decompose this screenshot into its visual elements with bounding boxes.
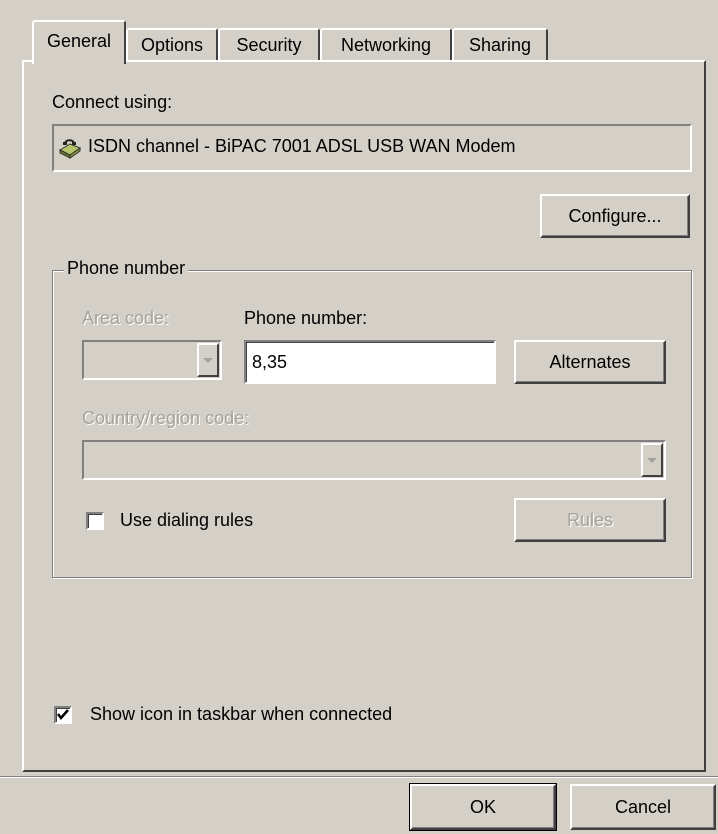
rules-button-label: Rules <box>566 510 614 530</box>
tab-options-label: Options <box>140 35 204 55</box>
tab-networking-label: Networking <box>340 35 432 55</box>
area-code-combo[interactable] <box>82 340 222 380</box>
ok-button[interactable]: OK <box>409 783 557 831</box>
use-dialing-rules-label: Use dialing rules <box>120 510 254 530</box>
device-field: ISDN channel - BiPAC 7001 ADSL USB WAN M… <box>52 124 692 172</box>
chevron-down-icon[interactable] <box>197 343 219 377</box>
cancel-button[interactable]: Cancel <box>570 784 716 830</box>
connect-using-label: Connect using: <box>52 92 173 112</box>
device-name: ISDN channel - BiPAC 7001 ADSL USB WAN M… <box>88 136 516 156</box>
country-code-label: Country/region code: <box>82 408 250 428</box>
footer-separator <box>0 776 718 778</box>
show-icon-label: Show icon in taskbar when connected <box>90 704 393 724</box>
tab-general[interactable]: General <box>32 20 126 64</box>
rules-button[interactable]: Rules <box>514 498 666 542</box>
phone-number-label: Phone number: <box>244 308 368 328</box>
configure-button[interactable]: Configure... <box>540 194 690 238</box>
tab-security-label: Security <box>236 35 302 55</box>
checkmark-icon <box>57 709 69 720</box>
configure-button-label: Configure... <box>568 206 662 226</box>
country-code-combo[interactable] <box>82 440 666 480</box>
tab-general-label: General <box>46 31 112 51</box>
cancel-button-label: Cancel <box>614 797 672 817</box>
tab-sharing[interactable]: Sharing <box>452 28 548 62</box>
ok-button-label: OK <box>469 797 496 817</box>
tab-networking[interactable]: Networking <box>320 28 452 62</box>
use-dialing-rules-checkbox[interactable] <box>86 512 104 530</box>
area-code-label: Area code: <box>82 308 170 328</box>
show-icon-checkbox[interactable] <box>54 706 72 724</box>
phone-number-input[interactable] <box>244 340 496 384</box>
modem-icon <box>58 136 82 160</box>
tab-panel-general: Connect using: ISDN channel - BiPAC 7001… <box>22 60 706 772</box>
alternates-button[interactable]: Alternates <box>514 340 666 384</box>
tab-security[interactable]: Security <box>218 28 320 62</box>
phone-number-group-title: Phone number <box>64 258 189 279</box>
chevron-down-icon[interactable] <box>641 443 663 477</box>
alternates-button-label: Alternates <box>549 352 631 372</box>
tab-options[interactable]: Options <box>126 28 218 62</box>
tab-sharing-label: Sharing <box>468 35 532 55</box>
